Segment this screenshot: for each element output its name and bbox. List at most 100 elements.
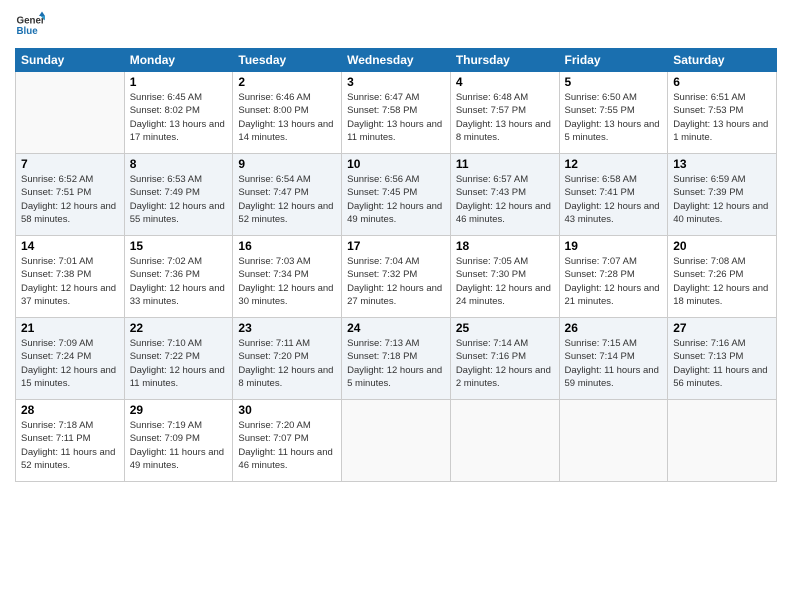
day-number: 20 — [673, 239, 771, 253]
day-info: Sunrise: 7:04 AMSunset: 7:32 PMDaylight:… — [347, 255, 445, 308]
day-number: 6 — [673, 75, 771, 89]
calendar-cell: 7 Sunrise: 6:52 AMSunset: 7:51 PMDaylight… — [16, 154, 125, 236]
calendar-cell — [559, 400, 668, 482]
weekday-header-monday: Monday — [124, 49, 233, 72]
weekday-header-friday: Friday — [559, 49, 668, 72]
day-info: Sunrise: 6:52 AMSunset: 7:51 PMDaylight:… — [21, 173, 119, 226]
day-info: Sunrise: 7:20 AMSunset: 7:07 PMDaylight:… — [238, 419, 336, 472]
day-number: 11 — [456, 157, 554, 171]
day-number: 17 — [347, 239, 445, 253]
day-number: 9 — [238, 157, 336, 171]
calendar-cell: 1 Sunrise: 6:45 AMSunset: 8:02 PMDaylight… — [124, 72, 233, 154]
calendar-week-row: 1 Sunrise: 6:45 AMSunset: 8:02 PMDaylight… — [16, 72, 777, 154]
day-info: Sunrise: 6:48 AMSunset: 7:57 PMDaylight:… — [456, 91, 554, 144]
day-info: Sunrise: 6:50 AMSunset: 7:55 PMDaylight:… — [565, 91, 663, 144]
day-info: Sunrise: 7:05 AMSunset: 7:30 PMDaylight:… — [456, 255, 554, 308]
day-number: 14 — [21, 239, 119, 253]
calendar-cell: 25Sunrise: 7:14 AMSunset: 7:16 PMDayligh… — [450, 318, 559, 400]
calendar-cell: 19Sunrise: 7:07 AMSunset: 7:28 PMDayligh… — [559, 236, 668, 318]
day-number: 27 — [673, 321, 771, 335]
calendar-cell: 9 Sunrise: 6:54 AMSunset: 7:47 PMDaylight… — [233, 154, 342, 236]
calendar-cell: 20Sunrise: 7:08 AMSunset: 7:26 PMDayligh… — [668, 236, 777, 318]
day-info: Sunrise: 6:46 AMSunset: 8:00 PMDaylight:… — [238, 91, 336, 144]
calendar-cell — [450, 400, 559, 482]
calendar-cell: 13Sunrise: 6:59 AMSunset: 7:39 PMDayligh… — [668, 154, 777, 236]
day-number: 3 — [347, 75, 445, 89]
svg-text:Blue: Blue — [17, 26, 39, 37]
calendar-cell: 3 Sunrise: 6:47 AMSunset: 7:58 PMDaylight… — [342, 72, 451, 154]
day-info: Sunrise: 6:57 AMSunset: 7:43 PMDaylight:… — [456, 173, 554, 226]
calendar-cell: 22 Sunrise: 7:10 AMSunset: 7:22 PMDayligh… — [124, 318, 233, 400]
day-number: 24 — [347, 321, 445, 335]
day-info: Sunrise: 6:51 AMSunset: 7:53 PMDaylight:… — [673, 91, 771, 144]
day-number: 5 — [565, 75, 663, 89]
calendar-week-row: 21 Sunrise: 7:09 AMSunset: 7:24 PMDayligh… — [16, 318, 777, 400]
calendar-cell: 16 Sunrise: 7:03 AMSunset: 7:34 PMDayligh… — [233, 236, 342, 318]
calendar-page: General Blue SundayMondayTuesdayWednesda… — [0, 0, 792, 612]
calendar-cell: 4Sunrise: 6:48 AMSunset: 7:57 PMDaylight… — [450, 72, 559, 154]
calendar-cell: 8 Sunrise: 6:53 AMSunset: 7:49 PMDaylight… — [124, 154, 233, 236]
calendar-cell: 11 Sunrise: 6:57 AMSunset: 7:43 PMDayligh… — [450, 154, 559, 236]
day-info: Sunrise: 7:03 AMSunset: 7:34 PMDaylight:… — [238, 255, 336, 308]
day-number: 12 — [565, 157, 663, 171]
day-info: Sunrise: 7:02 AMSunset: 7:36 PMDaylight:… — [130, 255, 228, 308]
calendar-cell: 2 Sunrise: 6:46 AMSunset: 8:00 PMDaylight… — [233, 72, 342, 154]
calendar-cell: 17 Sunrise: 7:04 AMSunset: 7:32 PMDayligh… — [342, 236, 451, 318]
day-info: Sunrise: 7:18 AMSunset: 7:11 PMDaylight:… — [21, 419, 119, 472]
day-info: Sunrise: 7:15 AMSunset: 7:14 PMDaylight:… — [565, 337, 663, 390]
day-number: 29 — [130, 403, 228, 417]
weekday-header-wednesday: Wednesday — [342, 49, 451, 72]
day-number: 28 — [21, 403, 119, 417]
day-info: Sunrise: 6:54 AMSunset: 7:47 PMDaylight:… — [238, 173, 336, 226]
day-number: 21 — [21, 321, 119, 335]
day-info: Sunrise: 7:01 AMSunset: 7:38 PMDaylight:… — [21, 255, 119, 308]
weekday-header-sunday: Sunday — [16, 49, 125, 72]
calendar-cell: 27 Sunrise: 7:16 AMSunset: 7:13 PMDayligh… — [668, 318, 777, 400]
calendar-cell — [16, 72, 125, 154]
calendar-cell: 23Sunrise: 7:11 AMSunset: 7:20 PMDayligh… — [233, 318, 342, 400]
day-number: 30 — [238, 403, 336, 417]
day-info: Sunrise: 6:56 AMSunset: 7:45 PMDaylight:… — [347, 173, 445, 226]
calendar-week-row: 7 Sunrise: 6:52 AMSunset: 7:51 PMDaylight… — [16, 154, 777, 236]
day-info: Sunrise: 7:19 AMSunset: 7:09 PMDaylight:… — [130, 419, 228, 472]
calendar-cell: 30 Sunrise: 7:20 AMSunset: 7:07 PMDayligh… — [233, 400, 342, 482]
day-info: Sunrise: 7:11 AMSunset: 7:20 PMDaylight:… — [238, 337, 336, 390]
day-info: Sunrise: 6:47 AMSunset: 7:58 PMDaylight:… — [347, 91, 445, 144]
weekday-header-thursday: Thursday — [450, 49, 559, 72]
day-number: 1 — [130, 75, 228, 89]
weekday-header-tuesday: Tuesday — [233, 49, 342, 72]
calendar-cell: 18Sunrise: 7:05 AMSunset: 7:30 PMDayligh… — [450, 236, 559, 318]
calendar-table: SundayMondayTuesdayWednesdayThursdayFrid… — [15, 48, 777, 482]
header: General Blue — [15, 10, 777, 40]
weekday-header-saturday: Saturday — [668, 49, 777, 72]
weekday-header-row: SundayMondayTuesdayWednesdayThursdayFrid… — [16, 49, 777, 72]
day-info: Sunrise: 6:45 AMSunset: 8:02 PMDaylight:… — [130, 91, 228, 144]
day-number: 26 — [565, 321, 663, 335]
calendar-cell: 29 Sunrise: 7:19 AMSunset: 7:09 PMDayligh… — [124, 400, 233, 482]
calendar-cell: 24 Sunrise: 7:13 AMSunset: 7:18 PMDayligh… — [342, 318, 451, 400]
day-info: Sunrise: 6:53 AMSunset: 7:49 PMDaylight:… — [130, 173, 228, 226]
calendar-cell: 21 Sunrise: 7:09 AMSunset: 7:24 PMDayligh… — [16, 318, 125, 400]
calendar-cell: 6 Sunrise: 6:51 AMSunset: 7:53 PMDaylight… — [668, 72, 777, 154]
logo-icon: General Blue — [15, 10, 45, 40]
calendar-week-row: 14 Sunrise: 7:01 AMSunset: 7:38 PMDayligh… — [16, 236, 777, 318]
day-number: 8 — [130, 157, 228, 171]
day-number: 7 — [21, 157, 119, 171]
day-number: 25 — [456, 321, 554, 335]
day-number: 16 — [238, 239, 336, 253]
day-info: Sunrise: 7:09 AMSunset: 7:24 PMDaylight:… — [21, 337, 119, 390]
logo: General Blue — [15, 10, 45, 40]
day-number: 2 — [238, 75, 336, 89]
svg-text:General: General — [17, 16, 46, 27]
calendar-cell: 15Sunrise: 7:02 AMSunset: 7:36 PMDayligh… — [124, 236, 233, 318]
day-info: Sunrise: 7:16 AMSunset: 7:13 PMDaylight:… — [673, 337, 771, 390]
calendar-cell: 12 Sunrise: 6:58 AMSunset: 7:41 PMDayligh… — [559, 154, 668, 236]
day-number: 19 — [565, 239, 663, 253]
day-info: Sunrise: 7:10 AMSunset: 7:22 PMDaylight:… — [130, 337, 228, 390]
day-number: 22 — [130, 321, 228, 335]
day-info: Sunrise: 6:58 AMSunset: 7:41 PMDaylight:… — [565, 173, 663, 226]
calendar-cell: 26 Sunrise: 7:15 AMSunset: 7:14 PMDayligh… — [559, 318, 668, 400]
day-info: Sunrise: 7:13 AMSunset: 7:18 PMDaylight:… — [347, 337, 445, 390]
calendar-cell: 10Sunrise: 6:56 AMSunset: 7:45 PMDayligh… — [342, 154, 451, 236]
calendar-cell — [342, 400, 451, 482]
